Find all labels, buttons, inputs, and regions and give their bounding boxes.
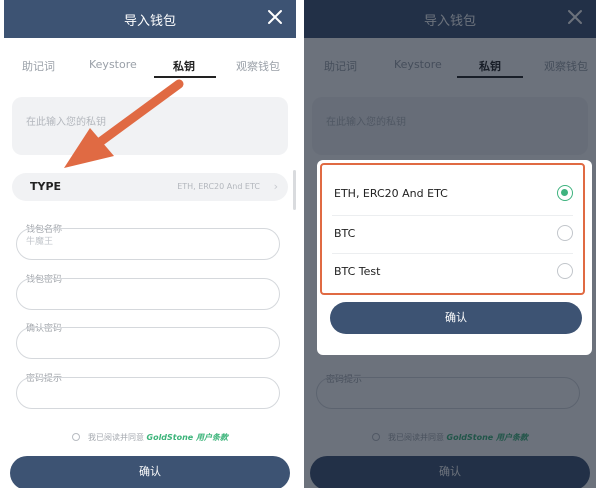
divider <box>332 215 573 216</box>
terms-link[interactable]: GoldStone 用户条款 <box>147 433 229 442</box>
agreement-text: 我已阅读并同意 <box>87 433 144 442</box>
type-popup: ETH, ERC20 And ETC BTC BTC Test 确认 <box>317 160 592 355</box>
wallet-name-field[interactable] <box>16 228 280 260</box>
red-arrow-annotation <box>64 79 184 168</box>
type-options-highlight: ETH, ERC20 And ETC BTC BTC Test <box>320 163 585 295</box>
type-selection-screen: 导入钱包 助记词 Keystore 私钥 观察钱包 在此输入您的私钥 密码提示 … <box>304 0 596 488</box>
divider <box>332 253 573 254</box>
option-label: BTC Test <box>334 265 381 278</box>
type-option-btc-test[interactable]: BTC Test <box>322 255 583 291</box>
agree-checkbox[interactable] <box>71 433 80 441</box>
option-label: BTC <box>334 227 356 240</box>
radio-unchecked-icon[interactable] <box>557 225 573 241</box>
agreement-row: 我已阅读并同意 GoldStone 用户条款 <box>4 432 296 446</box>
type-option-btc[interactable]: BTC <box>322 217 583 253</box>
radio-unchecked-icon[interactable] <box>557 263 573 279</box>
wallet-password-field[interactable] <box>16 278 280 310</box>
radio-checked-icon[interactable] <box>557 185 573 201</box>
option-label: ETH, ERC20 And ETC <box>334 187 448 200</box>
confirm-password-field[interactable] <box>16 327 280 359</box>
type-option-eth[interactable]: ETH, ERC20 And ETC <box>322 177 583 213</box>
password-hint-field[interactable] <box>16 377 280 409</box>
confirm-button[interactable]: 确认 <box>10 456 290 488</box>
popup-confirm-button[interactable]: 确认 <box>330 302 582 334</box>
import-wallet-screen: 导入钱包 助记词 Keystore 私钥 观察钱包 在此输入您的私钥 TYPE … <box>4 0 296 488</box>
